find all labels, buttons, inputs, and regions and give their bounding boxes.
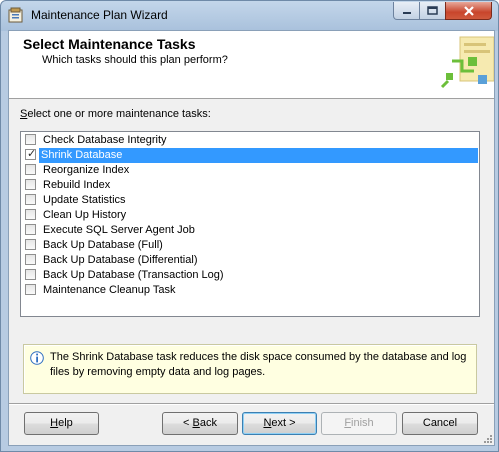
footer-divider bbox=[9, 403, 494, 405]
close-icon bbox=[463, 5, 474, 16]
wizard-body: Select Maintenance Tasks Which tasks sho… bbox=[8, 30, 495, 446]
task-item[interactable]: Back Up Database (Transaction Log) bbox=[22, 268, 478, 283]
task-item[interactable]: Execute SQL Server Agent Job bbox=[22, 223, 478, 238]
task-label: Rebuild Index bbox=[43, 179, 111, 191]
cancel-button[interactable]: Cancel bbox=[402, 412, 478, 435]
task-checkbox[interactable] bbox=[25, 224, 36, 235]
task-item[interactable]: Clean Up History bbox=[22, 208, 478, 223]
task-item[interactable]: Check Database Integrity bbox=[22, 133, 478, 148]
task-item[interactable]: Maintenance Cleanup Task bbox=[22, 283, 478, 298]
title-bar[interactable]: Maintenance Plan Wizard bbox=[1, 1, 498, 30]
finish-button[interactable]: Finish bbox=[321, 412, 397, 435]
wizard-app-icon bbox=[8, 7, 23, 23]
task-checkbox[interactable] bbox=[25, 164, 36, 175]
task-checkbox[interactable] bbox=[25, 179, 36, 190]
task-description-text: The Shrink Database task reduces the dis… bbox=[50, 351, 467, 378]
task-checkbox[interactable] bbox=[25, 239, 36, 250]
wizard-window: Maintenance Plan Wizard Select Maintenan… bbox=[0, 0, 499, 452]
task-checkbox[interactable] bbox=[25, 209, 36, 220]
task-checkbox[interactable] bbox=[25, 134, 36, 145]
task-checkbox[interactable] bbox=[25, 254, 36, 265]
wizard-banner-icon bbox=[440, 36, 494, 89]
task-prompt-label: Select one or more maintenance tasks: bbox=[20, 108, 211, 120]
task-description-panel: The Shrink Database task reduces the dis… bbox=[23, 344, 477, 394]
task-label: Clean Up History bbox=[43, 209, 127, 221]
minimize-button[interactable] bbox=[393, 2, 420, 20]
task-label: Shrink Database bbox=[39, 148, 478, 163]
maximize-button[interactable] bbox=[419, 2, 446, 20]
resize-grip-icon[interactable] bbox=[483, 434, 493, 444]
page-title: Select Maintenance Tasks bbox=[23, 36, 196, 52]
task-item[interactable]: Back Up Database (Differential) bbox=[22, 253, 478, 268]
task-item[interactable]: Back Up Database (Full) bbox=[22, 238, 478, 253]
help-button[interactable]: Help bbox=[24, 412, 99, 435]
task-label: Check Database Integrity bbox=[43, 134, 167, 146]
task-label: Maintenance Cleanup Task bbox=[43, 284, 176, 296]
task-item[interactable]: Reorganize Index bbox=[22, 163, 478, 178]
info-icon bbox=[30, 351, 44, 365]
task-list[interactable]: Check Database Integrity ✓ Shrink Databa… bbox=[20, 131, 480, 317]
task-item[interactable]: Rebuild Index bbox=[22, 178, 478, 193]
task-item[interactable]: ✓ Shrink Database bbox=[22, 148, 478, 163]
task-item[interactable]: Update Statistics bbox=[22, 193, 478, 208]
maximize-icon bbox=[427, 6, 438, 15]
task-checkbox[interactable]: ✓ bbox=[25, 148, 37, 160]
task-label: Execute SQL Server Agent Job bbox=[43, 224, 195, 236]
task-label: Back Up Database (Differential) bbox=[43, 254, 198, 266]
task-label: Update Statistics bbox=[43, 194, 126, 206]
close-button[interactable] bbox=[445, 2, 492, 20]
task-label: Back Up Database (Transaction Log) bbox=[43, 269, 224, 281]
task-label: Back Up Database (Full) bbox=[43, 239, 163, 251]
minimize-icon bbox=[402, 11, 411, 14]
task-checkbox[interactable] bbox=[25, 284, 36, 295]
task-checkbox[interactable] bbox=[25, 194, 36, 205]
task-label: Reorganize Index bbox=[43, 164, 130, 176]
window-title: Maintenance Plan Wizard bbox=[31, 8, 168, 22]
check-mark-icon: ✓ bbox=[27, 148, 37, 160]
wizard-header: Select Maintenance Tasks Which tasks sho… bbox=[9, 31, 494, 99]
task-checkbox[interactable] bbox=[25, 269, 36, 280]
page-subtitle: Which tasks should this plan perform? bbox=[42, 54, 228, 66]
back-button[interactable]: < Back bbox=[162, 412, 238, 435]
next-button[interactable]: Next > bbox=[242, 412, 317, 435]
